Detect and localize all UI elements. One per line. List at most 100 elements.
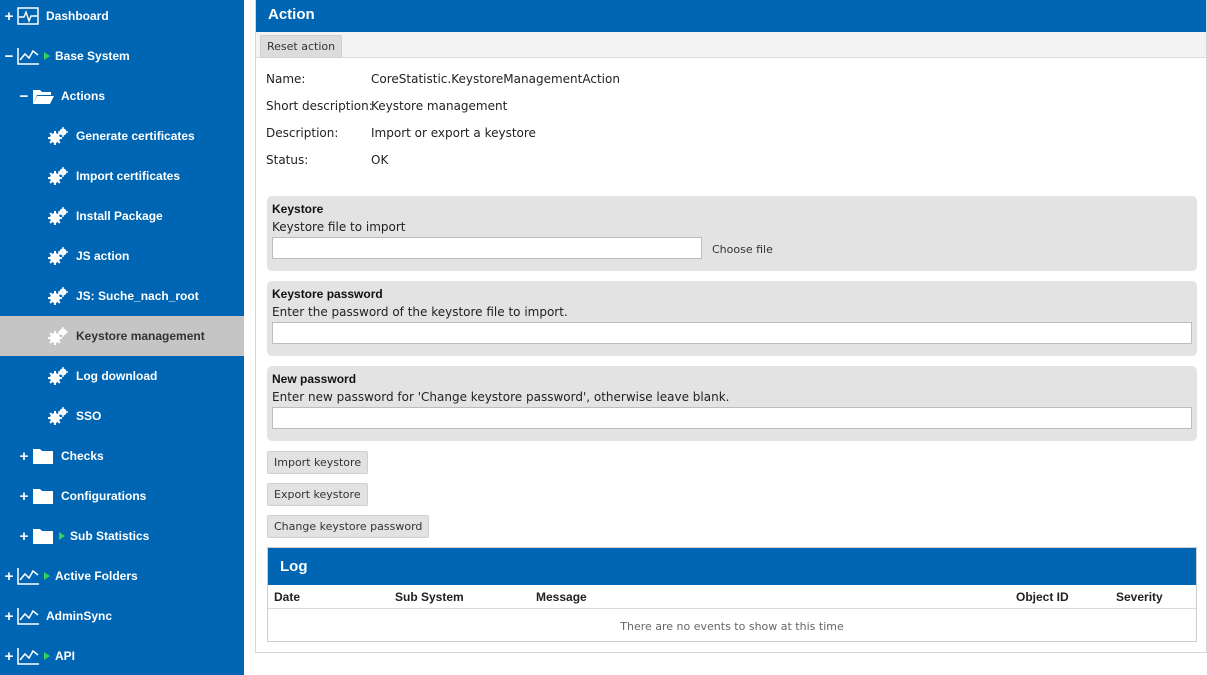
- keystore-title: Keystore: [272, 202, 324, 216]
- column-header-severity[interactable]: Severity: [1116, 590, 1163, 604]
- collapse-toggle[interactable]: −: [4, 49, 14, 64]
- expand-toggle[interactable]: +: [19, 529, 29, 544]
- play-arrow-icon: [59, 532, 65, 540]
- sidebar-item-actions[interactable]: − Actions: [0, 76, 244, 116]
- sidebar: + Dashboard − Base System − Actions Gene…: [0, 0, 244, 675]
- expand-toggle[interactable]: +: [4, 9, 14, 24]
- sidebar-item-label: Generate certificates: [76, 129, 195, 143]
- sidebar-item-import-certificates[interactable]: Import certificates: [0, 156, 244, 196]
- splitter[interactable]: [244, 0, 255, 675]
- gears-icon: [48, 287, 68, 305]
- sidebar-item-label: Actions: [61, 89, 106, 103]
- sidebar-item-label: JS: Suche_nach_root: [76, 289, 199, 303]
- gears-icon: [48, 167, 68, 185]
- keystore-group: Keystore Keystore file to import Choose …: [267, 196, 1197, 271]
- sidebar-item-configurations[interactable]: + Configurations: [0, 476, 244, 516]
- gears-icon: [48, 207, 68, 225]
- description-value: Import or export a keystore: [371, 126, 536, 140]
- gears-icon: [48, 367, 68, 385]
- log-title: Log: [268, 548, 1196, 585]
- log-table-header: Date Sub System Message Object ID Severi…: [268, 585, 1196, 609]
- gears-icon: [48, 247, 68, 265]
- sidebar-item-label: Dashboard: [46, 9, 109, 23]
- gears-icon: [48, 327, 68, 345]
- toolbar: Reset action: [256, 32, 1206, 58]
- new-password-input[interactable]: [272, 407, 1192, 429]
- sidebar-item-checks[interactable]: + Checks: [0, 436, 244, 476]
- column-header-object-id[interactable]: Object ID: [1016, 590, 1069, 604]
- sidebar-item-label: API: [55, 649, 76, 663]
- gears-icon: [48, 407, 68, 425]
- sidebar-item-label: Log download: [76, 369, 158, 383]
- keystore-password-description: Enter the password of the keystore file …: [272, 305, 568, 319]
- sidebar-item-adminsync[interactable]: + AdminSync: [0, 596, 244, 636]
- log-empty-message: There are no events to show at this time: [620, 620, 844, 633]
- new-password-group: New password Enter new password for 'Cha…: [267, 366, 1197, 441]
- folder-open-icon: [33, 90, 54, 104]
- folder-icon: [33, 449, 53, 464]
- keystore-password-title: Keystore password: [272, 287, 383, 301]
- sidebar-item-label: JS action: [76, 249, 130, 263]
- gears-icon: [48, 127, 68, 145]
- status-label: Status:: [266, 153, 309, 167]
- sidebar-item-log-download[interactable]: Log download: [0, 356, 244, 396]
- action-panel: Action Reset action Name: CoreStatistic.…: [255, 0, 1207, 653]
- line-chart-icon: [17, 608, 39, 625]
- play-arrow-icon: [44, 572, 50, 580]
- keystore-description: Keystore file to import: [272, 220, 406, 234]
- export-keystore-button[interactable]: Export keystore: [267, 483, 368, 506]
- name-value: CoreStatistic.KeystoreManagementAction: [371, 72, 620, 86]
- description-label: Description:: [266, 126, 339, 140]
- sidebar-item-keystore-management[interactable]: Keystore management: [0, 316, 244, 356]
- short-description-label: Short description:: [266, 99, 373, 113]
- play-arrow-icon: [44, 52, 50, 60]
- expand-toggle[interactable]: +: [4, 569, 14, 584]
- sidebar-item-js-action[interactable]: JS action: [0, 236, 244, 276]
- name-label: Name:: [266, 72, 306, 86]
- sidebar-item-label: Active Folders: [55, 569, 138, 583]
- import-keystore-button[interactable]: Import keystore: [267, 451, 369, 474]
- sidebar-item-sso[interactable]: SSO: [0, 396, 244, 436]
- collapse-toggle[interactable]: −: [19, 89, 29, 104]
- sidebar-item-label: SSO: [76, 409, 102, 423]
- new-password-title: New password: [272, 372, 357, 386]
- log-panel: Log Date Sub System Message Object ID Se…: [267, 547, 1197, 642]
- choose-file-button[interactable]: Choose file: [712, 243, 773, 256]
- column-header-date[interactable]: Date: [274, 590, 300, 604]
- sidebar-item-install-package[interactable]: Install Package: [0, 196, 244, 236]
- sidebar-item-generate-certificates[interactable]: Generate certificates: [0, 116, 244, 156]
- sidebar-item-api[interactable]: + API: [0, 636, 244, 675]
- sidebar-item-js-suche-nach-root[interactable]: JS: Suche_nach_root: [0, 276, 244, 316]
- sidebar-item-label: AdminSync: [46, 609, 113, 623]
- play-arrow-icon: [44, 652, 50, 660]
- status-value: OK: [371, 153, 389, 167]
- keystore-password-input[interactable]: [272, 322, 1192, 344]
- keystore-file-input[interactable]: [272, 237, 702, 259]
- folder-icon: [33, 529, 53, 544]
- sidebar-item-label: Sub Statistics: [70, 529, 150, 543]
- keystore-password-group: Keystore password Enter the password of …: [267, 281, 1197, 356]
- line-chart-icon: [17, 48, 39, 65]
- column-header-message[interactable]: Message: [536, 590, 587, 604]
- expand-toggle[interactable]: +: [19, 489, 29, 504]
- sidebar-item-label: Configurations: [61, 489, 147, 503]
- reset-action-button[interactable]: Reset action: [260, 35, 343, 58]
- sidebar-item-label: Install Package: [76, 209, 163, 223]
- sidebar-item-label: Base System: [55, 49, 130, 63]
- change-keystore-password-button[interactable]: Change keystore password: [267, 515, 430, 538]
- sidebar-item-dashboard[interactable]: + Dashboard: [0, 0, 244, 36]
- line-chart-icon: [17, 568, 39, 585]
- expand-toggle[interactable]: +: [19, 449, 29, 464]
- expand-toggle[interactable]: +: [4, 649, 14, 664]
- sidebar-item-base-system[interactable]: − Base System: [0, 36, 244, 76]
- sidebar-item-label: Keystore management: [76, 329, 205, 343]
- column-header-sub-system[interactable]: Sub System: [395, 590, 464, 604]
- short-description-value: Keystore management: [371, 99, 508, 113]
- folder-icon: [33, 489, 53, 504]
- sidebar-item-sub-statistics[interactable]: + Sub Statistics: [0, 516, 244, 556]
- sidebar-item-active-folders[interactable]: + Active Folders: [0, 556, 244, 596]
- sidebar-item-label: Import certificates: [76, 169, 181, 183]
- expand-toggle[interactable]: +: [4, 609, 14, 624]
- new-password-description: Enter new password for 'Change keystore …: [272, 390, 730, 404]
- panel-title: Action: [256, 0, 1206, 32]
